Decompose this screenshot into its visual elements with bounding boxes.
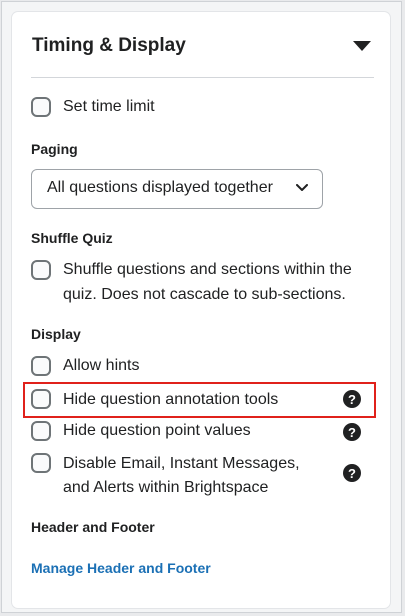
help-icon[interactable]: ? (343, 464, 361, 482)
disable-email-checkbox[interactable] (31, 453, 51, 473)
chevron-down-icon (296, 184, 308, 191)
shuffle-questions-label-line1: Shuffle questions and sections within th… (63, 261, 352, 278)
collapse-toggle[interactable] (350, 38, 374, 54)
set-time-limit-checkbox[interactable] (31, 97, 51, 117)
help-icon[interactable]: ? (343, 390, 361, 408)
disable-email-label-line1: Disable Email, Instant Messages, (63, 455, 300, 472)
paging-select[interactable]: All questions displayed together (31, 169, 323, 209)
allow-hints-label: Allow hints (63, 357, 140, 374)
shuffle-questions-label-line2: quiz. Does not cascade to sub-sections. (63, 286, 346, 303)
hide-annotation-label: Hide question annotation tools (63, 391, 279, 408)
header-footer-heading: Header and Footer (31, 519, 155, 535)
hide-point-values-checkbox[interactable] (31, 421, 51, 441)
paging-select-value: All questions displayed together (47, 179, 273, 196)
disable-email-label-line2: and Alerts within Brightspace (63, 479, 269, 496)
shuffle-questions-checkbox[interactable] (31, 260, 51, 280)
caret-down-icon (353, 41, 371, 51)
allow-hints-checkbox[interactable] (31, 356, 51, 376)
help-icon[interactable]: ? (343, 423, 361, 441)
paging-heading: Paging (31, 141, 78, 157)
hide-point-values-label: Hide question point values (63, 422, 251, 439)
hide-annotation-checkbox[interactable] (31, 389, 51, 409)
timing-display-panel: Timing & Display Set time limit Paging A… (12, 12, 390, 608)
shuffle-quiz-heading: Shuffle Quiz (31, 230, 113, 246)
display-heading: Display (31, 326, 81, 342)
panel-title: Timing & Display (32, 35, 186, 56)
window-frame: Timing & Display Set time limit Paging A… (1, 1, 402, 613)
set-time-limit-label: Set time limit (63, 98, 155, 115)
manage-header-footer-link[interactable]: Manage Header and Footer (31, 560, 211, 576)
header-divider (31, 77, 374, 78)
